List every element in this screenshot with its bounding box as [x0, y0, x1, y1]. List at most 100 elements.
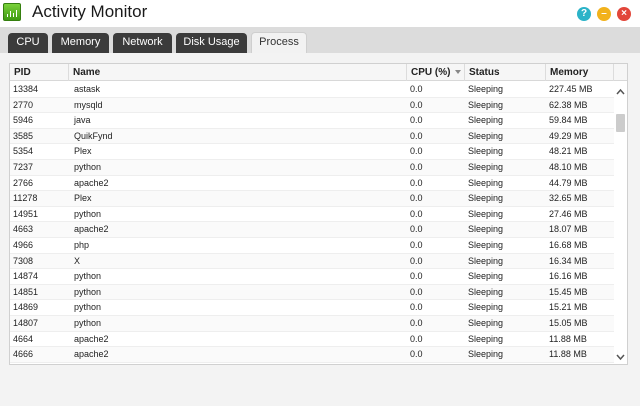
- cell-cpu: 0.0: [410, 239, 423, 250]
- cell-name: Plex: [74, 146, 92, 157]
- cell-name: python: [74, 161, 102, 172]
- column-header-cpu[interactable]: CPU (%): [407, 64, 465, 81]
- scroll-thumb[interactable]: [616, 114, 625, 132]
- table-row[interactable]: 4966 php 0.0 Sleeping 16.68 MB: [10, 238, 614, 254]
- cell-pid: 4663: [13, 224, 34, 235]
- cell-status: Sleeping: [468, 302, 504, 313]
- column-header-cpu-label: CPU (%): [411, 67, 451, 78]
- cell-memory: 11.88 MB: [549, 333, 587, 344]
- cell-cpu: 0.0: [410, 161, 423, 172]
- cell-cpu: 0.0: [410, 255, 423, 266]
- table-row[interactable]: 5946 java 0.0 Sleeping 59.84 MB: [10, 113, 614, 129]
- cell-name: java: [74, 115, 91, 126]
- table-row[interactable]: 4663 apache2 0.0 Sleeping 18.07 MB: [10, 222, 614, 238]
- cell-cpu: 0.0: [410, 177, 423, 188]
- column-header-name[interactable]: Name: [69, 64, 407, 81]
- cell-memory: 16.68 MB: [549, 239, 588, 250]
- vertical-scrollbar[interactable]: [614, 82, 627, 364]
- cell-cpu: 0.0: [410, 271, 423, 282]
- table-row[interactable]: 14851 python 0.0 Sleeping 15.45 MB: [10, 284, 614, 301]
- table-row[interactable]: 14874 python 0.0 Sleeping 16.16 MB: [10, 269, 614, 285]
- cell-status: Sleeping: [468, 239, 504, 250]
- table-row[interactable]: 7237 python 0.0 Sleeping 48.10 MB: [10, 159, 614, 176]
- table-row[interactable]: 4664 apache2 0.0 Sleeping 11.88 MB: [10, 332, 614, 348]
- minimize-button[interactable]: –: [597, 7, 611, 21]
- chevron-up-icon[interactable]: [614, 86, 627, 98]
- table-row[interactable]: 14951 python 0.0 Sleeping 27.46 MB: [10, 207, 614, 223]
- cell-memory: 11.88 MB: [549, 349, 587, 360]
- table-header: PID Name CPU (%) Status Memory: [10, 64, 627, 81]
- cell-status: Sleeping: [468, 271, 504, 282]
- cell-memory: 15.21 MB: [549, 302, 588, 313]
- cell-cpu: 0.0: [410, 317, 423, 328]
- cell-name: python: [74, 286, 102, 297]
- tab-cpu[interactable]: CPU: [8, 33, 48, 53]
- cell-cpu: 0.0: [410, 333, 423, 344]
- cell-cpu: 0.0: [410, 224, 423, 235]
- cell-cpu: 0.0: [410, 130, 423, 141]
- cell-memory: 16.34 MB: [549, 255, 588, 266]
- title-bar: Activity Monitor ? – ×: [0, 0, 640, 27]
- table-row[interactable]: 2770 mysqld 0.0 Sleeping 62.38 MB: [10, 97, 614, 114]
- cell-memory: 44.79 MB: [549, 177, 588, 188]
- column-header-status[interactable]: Status: [465, 64, 546, 81]
- minimize-icon: –: [601, 8, 607, 19]
- process-table: PID Name CPU (%) Status Memory 13384 asta…: [9, 63, 628, 365]
- tab-process[interactable]: Process: [251, 32, 307, 53]
- cell-name: python: [74, 317, 102, 328]
- cell-name: apache2: [74, 349, 109, 360]
- table-row[interactable]: 2766 apache2 0.0 Sleeping 44.79 MB: [10, 176, 614, 192]
- cell-status: Sleeping: [468, 286, 504, 297]
- cell-name: python: [74, 302, 102, 313]
- tab-memory[interactable]: Memory: [52, 33, 109, 53]
- cell-cpu: 0.0: [410, 146, 423, 157]
- table-row[interactable]: 7308 X 0.0 Sleeping 16.34 MB: [10, 253, 614, 270]
- cell-cpu: 0.0: [410, 208, 423, 219]
- cell-pid: 7308: [13, 255, 34, 266]
- tab-network[interactable]: Network: [113, 33, 172, 53]
- cell-status: Sleeping: [468, 99, 504, 110]
- table-row[interactable]: 13384 astask 0.0 Sleeping 227.45 MB: [10, 82, 614, 98]
- cell-pid: 4664: [13, 333, 34, 344]
- column-header-memory[interactable]: Memory: [546, 64, 614, 81]
- chevron-down-icon[interactable]: [614, 351, 627, 363]
- cell-name: QuikFynd: [74, 130, 113, 141]
- cell-status: Sleeping: [468, 317, 504, 328]
- table-row[interactable]: 14869 python 0.0 Sleeping 15.21 MB: [10, 300, 614, 316]
- table-row[interactable]: 4666 apache2 0.0 Sleeping 11.88 MB: [10, 347, 614, 363]
- cell-pid: 11278: [13, 193, 38, 204]
- cell-pid: 2770: [13, 99, 34, 110]
- cell-memory: 27.46 MB: [549, 208, 588, 219]
- help-button[interactable]: ?: [577, 7, 591, 21]
- window-title: Activity Monitor: [32, 2, 148, 21]
- cell-name: apache2: [74, 224, 109, 235]
- cell-status: Sleeping: [468, 349, 504, 360]
- cell-memory: 32.65 MB: [549, 193, 588, 204]
- cell-pid: 2766: [13, 177, 34, 188]
- table-row[interactable]: 14807 python 0.0 Sleeping 15.05 MB: [10, 315, 614, 332]
- close-button[interactable]: ×: [617, 7, 631, 21]
- activity-monitor-icon: [3, 3, 21, 21]
- cell-name: Plex: [74, 193, 92, 204]
- tab-bar: CPU Memory Network Disk Usage Process: [0, 27, 640, 53]
- tab-disk-usage[interactable]: Disk Usage: [176, 33, 247, 53]
- cell-memory: 49.29 MB: [549, 130, 588, 141]
- cell-status: Sleeping: [468, 115, 504, 126]
- cell-pid: 14807: [13, 317, 39, 328]
- cell-pid: 14851: [13, 286, 39, 297]
- table-row[interactable]: 11278 Plex 0.0 Sleeping 32.65 MB: [10, 191, 614, 207]
- table-row[interactable]: 5354 Plex 0.0 Sleeping 48.21 MB: [10, 144, 614, 160]
- cell-status: Sleeping: [468, 193, 504, 204]
- cell-status: Sleeping: [468, 146, 504, 157]
- cell-pid: 13384: [13, 84, 39, 94]
- cell-name: php: [74, 239, 90, 250]
- cell-cpu: 0.0: [410, 99, 423, 110]
- cell-memory: 15.45 MB: [549, 286, 588, 297]
- cell-memory: 48.10 MB: [549, 161, 588, 172]
- column-header-pid[interactable]: PID: [10, 64, 69, 81]
- table-row[interactable]: 3585 QuikFynd 0.0 Sleeping 49.29 MB: [10, 128, 614, 145]
- cell-pid: 5354: [13, 146, 34, 157]
- help-icon: ?: [580, 8, 588, 19]
- cell-memory: 227.45 MB: [549, 84, 593, 94]
- process-view: PID Name CPU (%) Status Memory 13384 asta…: [0, 53, 640, 406]
